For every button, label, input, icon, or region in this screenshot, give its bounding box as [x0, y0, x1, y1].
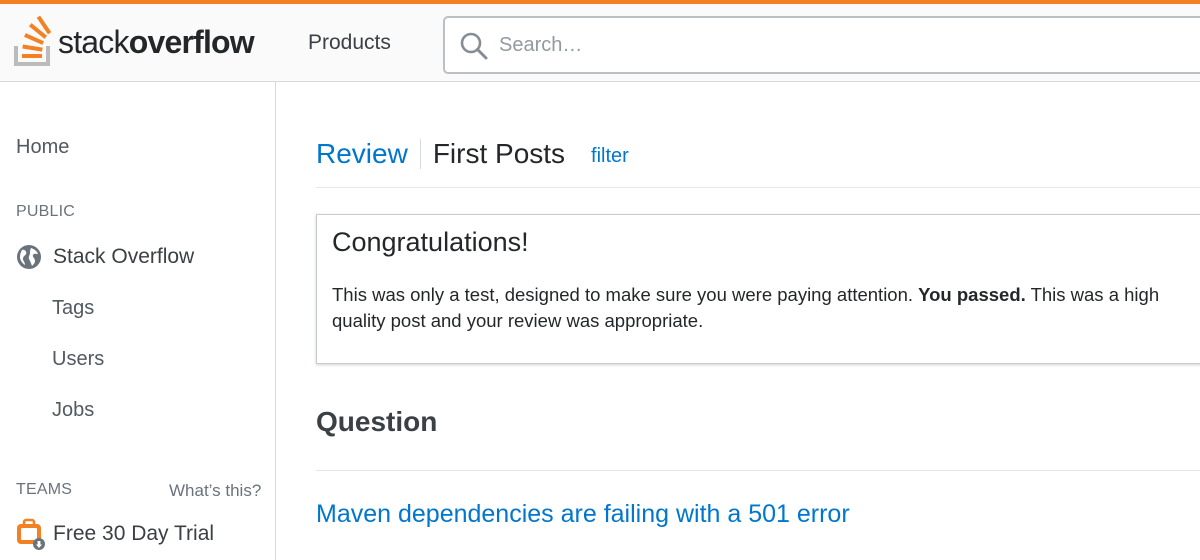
- main-content: Review First Posts filter Congratulation…: [316, 82, 1200, 560]
- left-sidebar: Home PUBLIC Stack Overflow Tags Users Jo…: [0, 82, 276, 560]
- notice-text-bold: You passed.: [918, 284, 1026, 305]
- sidebar-item-users[interactable]: Users: [52, 348, 104, 371]
- products-menu-button[interactable]: Products: [308, 31, 391, 55]
- question-title-link[interactable]: Maven dependencies are failing with a 50…: [316, 500, 850, 529]
- notice-message: This was only a test, designed to make s…: [332, 282, 1192, 334]
- search-input[interactable]: [499, 18, 1199, 72]
- sidebar-item-free-trial[interactable]: Free 30 Day Trial: [16, 518, 214, 550]
- search-box[interactable]: [443, 16, 1200, 74]
- logo-wordmark-light: stack: [58, 24, 129, 60]
- sidebar-item-stack-overflow-label: Stack Overflow: [53, 245, 195, 268]
- notice-title: Congratulations!: [332, 227, 529, 257]
- teams-whats-this-link[interactable]: What’s this?: [169, 481, 261, 501]
- top-bar: stackoverflow Products: [0, 4, 1200, 82]
- page-title: First Posts: [432, 138, 566, 169]
- question-section-heading: Question: [316, 406, 438, 437]
- search-icon: [460, 32, 488, 60]
- sidebar-item-jobs[interactable]: Jobs: [52, 399, 94, 422]
- globe-icon: [17, 245, 41, 269]
- filter-link[interactable]: filter: [591, 145, 629, 168]
- divider: [316, 470, 1200, 471]
- breadcrumb-review-link[interactable]: Review: [316, 138, 408, 170]
- breadcrumb-separator: [419, 139, 421, 169]
- notice-text-before: This was only a test, designed to make s…: [332, 284, 919, 305]
- sidebar-heading-teams: TEAMS: [16, 481, 73, 498]
- divider: [316, 187, 1200, 188]
- breadcrumb: Review First Posts filter: [316, 136, 629, 172]
- logo-wordmark: stackoverflow: [58, 24, 255, 60]
- sidebar-heading-public: PUBLIC: [16, 203, 75, 220]
- stackoverflow-logo[interactable]: stackoverflow: [12, 12, 255, 72]
- stack-overflow-logo-icon: [14, 16, 52, 66]
- review-result-notice: Congratulations! This was only a test, d…: [316, 214, 1200, 364]
- logo-wordmark-bold: overflow: [128, 24, 255, 60]
- sidebar-item-home[interactable]: Home: [16, 136, 69, 159]
- sidebar-item-tags[interactable]: Tags: [52, 297, 94, 320]
- briefcase-icon: [17, 518, 45, 550]
- sidebar-item-stack-overflow[interactable]: Stack Overflow: [16, 242, 194, 272]
- sidebar-item-free-trial-label: Free 30 Day Trial: [53, 522, 215, 545]
